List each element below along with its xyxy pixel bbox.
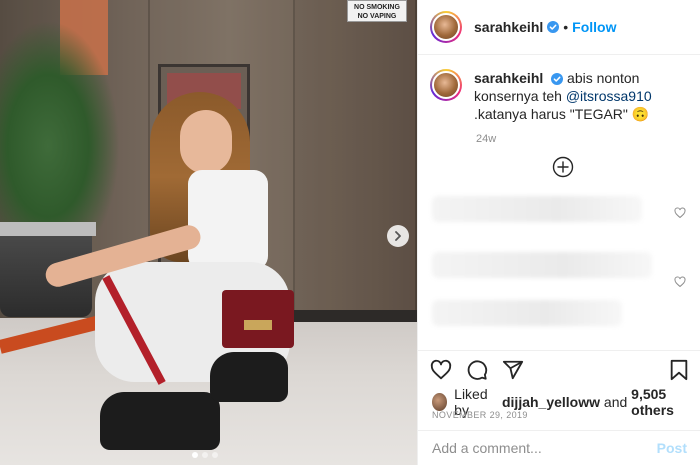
- plant-leaves: [0, 20, 120, 230]
- heart-icon[interactable]: [430, 359, 452, 381]
- carousel-dot: [192, 452, 198, 458]
- no-smoking-sign: NO SMOKING NO VAPING: [347, 0, 407, 22]
- carousel-dot: [202, 452, 208, 458]
- wall-panel: [295, 0, 417, 320]
- blurred-comment: [432, 252, 652, 278]
- likes-others[interactable]: 9,505 others: [631, 386, 700, 418]
- header-username[interactable]: sarahkeihl: [474, 19, 543, 35]
- caption-age: 24w: [476, 133, 497, 145]
- shoe: [210, 352, 288, 402]
- post-date: NOVEMBER 29, 2019: [432, 410, 528, 420]
- comment-heart-icon[interactable]: [674, 207, 686, 219]
- carousel-next-button[interactable]: [387, 225, 409, 247]
- sign-line-1: NO SMOKING: [354, 4, 400, 11]
- likes-user[interactable]: dijjah_yelloww: [502, 394, 600, 410]
- caption-body-end: .katanya harus "TEGAR" 🙃: [474, 106, 650, 122]
- handbag: [222, 290, 294, 348]
- carousel-dots: [192, 452, 218, 458]
- bag-clasp: [244, 320, 272, 330]
- caption-username[interactable]: sarahkeihl: [474, 70, 543, 86]
- header-separator: •: [563, 19, 569, 35]
- post-sidebar: sarahkeihl • Follow sarahkeihl abis nont…: [417, 0, 700, 465]
- comment-icon[interactable]: [466, 359, 488, 381]
- comment-heart-icon[interactable]: [674, 276, 686, 288]
- action-bar: [418, 350, 700, 388]
- verified-badge-icon: [551, 73, 564, 85]
- carousel-dot: [212, 452, 218, 458]
- liker-avatar: [432, 393, 448, 411]
- post-header: sarahkeihl • Follow: [418, 0, 700, 55]
- avatar[interactable]: [430, 11, 462, 43]
- caption-row: sarahkeihl abis nonton konsernya teh @it…: [418, 55, 700, 123]
- post-comment-button[interactable]: Post: [657, 440, 687, 456]
- plus-circle-icon[interactable]: [552, 156, 574, 178]
- likes-and: and: [603, 394, 628, 410]
- pot-rim: [0, 222, 96, 236]
- add-comment-bar: Post: [418, 430, 700, 465]
- sign-line-2: NO VAPING: [357, 13, 397, 20]
- blurred-comment: [432, 300, 622, 326]
- bookmark-icon[interactable]: [669, 359, 689, 381]
- caption-avatar[interactable]: [430, 69, 462, 101]
- person-face: [180, 110, 232, 174]
- post-photo[interactable]: NO SMOKING NO VAPING: [0, 0, 417, 465]
- chevron-right-icon: [395, 231, 401, 241]
- paper-plane-icon[interactable]: [502, 359, 524, 381]
- shoe: [100, 392, 220, 450]
- follow-button[interactable]: Follow: [572, 19, 616, 35]
- comment-input[interactable]: [432, 440, 657, 456]
- verified-badge-icon: [547, 21, 560, 33]
- caption-text: sarahkeihl abis nonton konsernya teh @it…: [474, 69, 688, 123]
- blurred-comment: [432, 196, 642, 222]
- caption-mention[interactable]: @itsrossa910: [566, 88, 652, 104]
- person-top: [188, 170, 268, 270]
